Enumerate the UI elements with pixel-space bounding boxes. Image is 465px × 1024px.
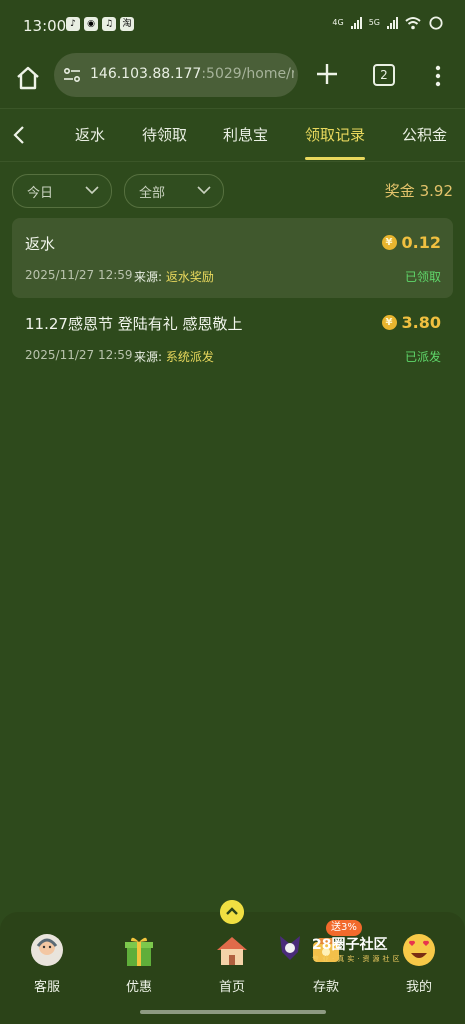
wifi-icon bbox=[405, 17, 421, 30]
home-icon[interactable] bbox=[12, 62, 44, 94]
back-arrow-icon[interactable] bbox=[8, 123, 32, 147]
more-menu-icon[interactable] bbox=[428, 64, 448, 88]
deposit-promo-badge: 送3% bbox=[326, 920, 362, 936]
record-time: 2025/11/27 12:59 bbox=[25, 348, 133, 362]
record-amount-value: 0.12 bbox=[401, 233, 441, 252]
taobao-icon: 淘 bbox=[120, 17, 134, 31]
url-path: :5029/home/rece bbox=[201, 66, 294, 82]
record-time: 2025/11/27 12:59 bbox=[25, 268, 133, 282]
chevron-down-icon bbox=[85, 186, 99, 195]
bottom-nav: 客服 优惠 首页 存款 我的 28圈子社区 专业·真实·资源社区 送3% bbox=[0, 900, 465, 1024]
date-filter-label: 今日 bbox=[27, 186, 54, 201]
tab-interest[interactable]: 利息宝 bbox=[223, 124, 268, 145]
tab-claim-records[interactable]: 领取记录 bbox=[305, 124, 365, 145]
bonus-total: 奖金 3.92 bbox=[385, 180, 453, 201]
record-source-value: 返水奖励 bbox=[165, 270, 214, 284]
tab-switcher-button[interactable]: 2 bbox=[373, 64, 395, 86]
watermark-title: 28圈子社区 bbox=[312, 937, 388, 953]
battery-icon bbox=[429, 16, 443, 30]
record-title: 返水 bbox=[25, 235, 56, 253]
nav-home-label: 首页 bbox=[218, 980, 245, 995]
screen: 13:00 ♪ ◉ ♫ 淘 4G 5G 146.103.88.177:5029/… bbox=[0, 0, 465, 1024]
nav-profile-label: 我的 bbox=[405, 980, 432, 995]
tab-provident-fund[interactable]: 公积金 bbox=[402, 124, 447, 145]
gesture-home-indicator bbox=[140, 1010, 326, 1014]
record-status: 已领取 bbox=[404, 270, 441, 284]
category-tabs: 返水 待领取 利息宝 领取记录 公积金 bbox=[0, 108, 465, 162]
status-app-icons: ♪ ◉ ♫ 淘 bbox=[66, 17, 134, 31]
record-item[interactable]: 返水 ¥ 0.12 2025/11/27 12:59 来源: 返水奖励 已领取 bbox=[12, 218, 453, 298]
chevron-down-icon bbox=[197, 186, 211, 195]
url-bar[interactable]: 146.103.88.177:5029/home/rece bbox=[54, 53, 298, 97]
watermark-subtitle: 专业·真实·资源社区 bbox=[312, 955, 403, 963]
chevron-up-icon[interactable] bbox=[220, 900, 244, 924]
network-5g-label: 5G bbox=[368, 18, 380, 27]
record-source: 来源: 系统派发 bbox=[134, 348, 214, 365]
yuan-coin-icon: ¥ bbox=[381, 235, 397, 250]
community-logo-icon bbox=[280, 936, 300, 960]
tiktok-icon: ♪ bbox=[66, 17, 80, 31]
signal-bars-icon bbox=[350, 17, 362, 29]
bonus-label: 奖金 bbox=[384, 182, 415, 200]
record-item[interactable]: 11.27感恩节 登陆有礼 感恩敬上 ¥ 3.80 2025/11/27 12:… bbox=[12, 298, 453, 378]
record-source-label: 来源: bbox=[134, 350, 166, 364]
nav-support[interactable]: 客服 bbox=[12, 932, 82, 995]
status-indicators: 4G 5G bbox=[332, 16, 444, 30]
nav-support-label: 客服 bbox=[33, 980, 60, 995]
record-source-value: 系统派发 bbox=[165, 350, 214, 364]
type-filter-label: 全部 bbox=[139, 186, 166, 201]
yuan-coin-icon: ¥ bbox=[381, 315, 397, 330]
site-settings-icon[interactable] bbox=[63, 66, 81, 84]
url-host: 146.103.88.177 bbox=[90, 66, 202, 82]
record-status: 已派发 bbox=[404, 350, 441, 364]
type-filter-dropdown[interactable]: 全部 bbox=[124, 174, 224, 208]
url-text: 146.103.88.177:5029/home/rece bbox=[90, 66, 294, 82]
network-4g-label: 4G bbox=[332, 18, 344, 27]
house-icon bbox=[217, 937, 247, 965]
support-avatar-icon bbox=[31, 934, 63, 966]
status-bar: 13:00 ♪ ◉ ♫ 淘 4G 5G bbox=[0, 0, 465, 52]
browser-toolbar: 146.103.88.177:5029/home/rece 2 bbox=[0, 52, 465, 108]
bonus-value: 3.92 bbox=[419, 182, 453, 200]
nav-home[interactable]: 首页 bbox=[197, 932, 267, 995]
record-amount-value: 3.80 bbox=[401, 313, 441, 332]
weibo-icon: ◉ bbox=[84, 17, 98, 31]
gift-box-icon bbox=[125, 937, 153, 966]
record-amount: ¥ 0.12 bbox=[381, 233, 441, 252]
date-filter-dropdown[interactable]: 今日 bbox=[12, 174, 112, 208]
record-source-label: 来源: bbox=[134, 270, 166, 284]
active-tab-indicator bbox=[305, 157, 365, 160]
nav-promotions[interactable]: 优惠 bbox=[104, 932, 174, 995]
new-tab-icon[interactable] bbox=[314, 61, 340, 87]
nav-promotions-label: 优惠 bbox=[125, 980, 152, 995]
record-amount: ¥ 3.80 bbox=[381, 313, 441, 332]
signal-bars-icon bbox=[387, 17, 398, 29]
tab-rebate[interactable]: 返水 bbox=[75, 124, 105, 145]
record-source: 来源: 返水奖励 bbox=[134, 268, 214, 285]
tab-pending[interactable]: 待领取 bbox=[142, 124, 187, 145]
status-time: 13:00 bbox=[23, 17, 67, 35]
community-watermark: 28圈子社区 专业·真实·资源社区 bbox=[276, 932, 416, 972]
douyin-icon: ♫ bbox=[102, 17, 116, 31]
nav-deposit-label: 存款 bbox=[312, 980, 339, 995]
record-title: 11.27感恩节 登陆有礼 感恩敬上 bbox=[25, 315, 243, 333]
